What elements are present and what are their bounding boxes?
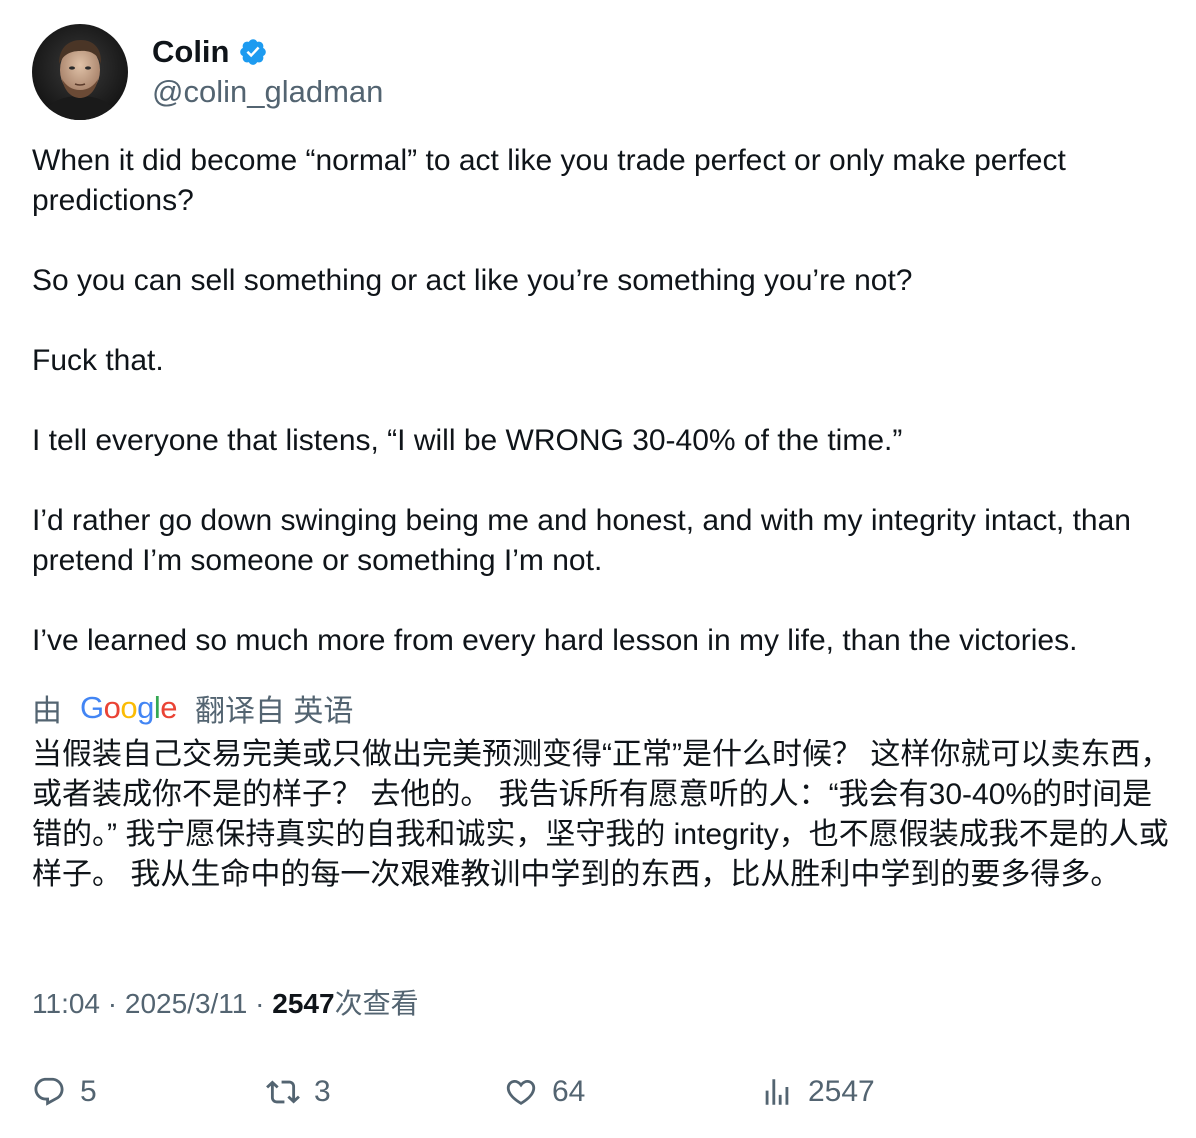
google-logo-letter: g bbox=[137, 690, 154, 725]
translated-by-label: 由 bbox=[32, 695, 62, 728]
tweet-paragraph: I tell everyone that listens, “I will be… bbox=[32, 424, 903, 457]
views-action-count: 2547 bbox=[808, 1075, 875, 1108]
meta-separator: · bbox=[107, 988, 118, 1019]
display-name[interactable]: Colin bbox=[152, 34, 230, 70]
tweet-date[interactable]: 2025/3/11 bbox=[125, 984, 248, 1024]
reply-count: 5 bbox=[80, 1075, 97, 1108]
tweet-meta: 11:04 · 2025/3/11 · 2547 次查看 bbox=[32, 984, 419, 1024]
tweet-paragraph: When it did become “normal” to act like … bbox=[32, 144, 1066, 217]
verified-badge-icon[interactable] bbox=[238, 37, 268, 67]
action-bar: 5 3 64 2547 bbox=[0, 1070, 1196, 1114]
tweet-header: Colin @colin_gladman bbox=[32, 24, 383, 120]
tweet-paragraph: I’d rather go down swinging being me and… bbox=[32, 504, 1131, 577]
tweet-paragraph: I’ve learned so much more from every har… bbox=[32, 624, 1078, 657]
google-logo-letter: o bbox=[120, 690, 138, 725]
like-button[interactable]: 64 bbox=[504, 1070, 585, 1114]
retweet-count: 3 bbox=[314, 1075, 331, 1108]
tweet-time[interactable]: 11:04 bbox=[32, 984, 100, 1024]
translation-attribution: 由 Google 翻译自 英语 bbox=[32, 688, 365, 728]
name-row: Colin bbox=[152, 32, 383, 72]
retweet-arrows-icon bbox=[266, 1080, 300, 1104]
like-count: 64 bbox=[552, 1075, 586, 1108]
tweet-paragraph: Fuck that. bbox=[32, 344, 164, 377]
heart-icon bbox=[506, 1079, 536, 1105]
google-logo-letter: G bbox=[80, 690, 104, 725]
translated-text: 当假装自己交易完美或只做出完美预测变得“正常”是什么时候？ 这样你就可以卖东西，… bbox=[32, 738, 1171, 891]
views-count: 2547 bbox=[272, 988, 335, 1019]
translated-from-label[interactable]: 翻译自 英语 bbox=[195, 686, 353, 730]
google-logo-letter: o bbox=[103, 690, 121, 725]
google-logo-letter: e bbox=[160, 690, 178, 725]
avatar-image bbox=[32, 24, 128, 120]
google-logo: Google bbox=[80, 690, 178, 726]
bar-chart-icon bbox=[765, 1079, 789, 1105]
tweet-text: When it did become “normal” to act like … bbox=[32, 141, 1172, 661]
retweet-button[interactable]: 3 bbox=[266, 1070, 331, 1114]
views-label: 次查看 bbox=[334, 988, 419, 1019]
author-names: Colin @colin_gladman bbox=[152, 32, 383, 112]
speech-bubble-icon bbox=[34, 1077, 64, 1106]
author-handle[interactable]: @colin_gladman bbox=[152, 72, 383, 112]
reply-button[interactable]: 5 bbox=[32, 1070, 97, 1114]
avatar[interactable] bbox=[32, 24, 128, 120]
meta-separator: · bbox=[255, 988, 265, 1019]
views-button[interactable]: 2547 bbox=[760, 1070, 875, 1114]
tweet-paragraph: So you can sell something or act like yo… bbox=[32, 264, 913, 297]
